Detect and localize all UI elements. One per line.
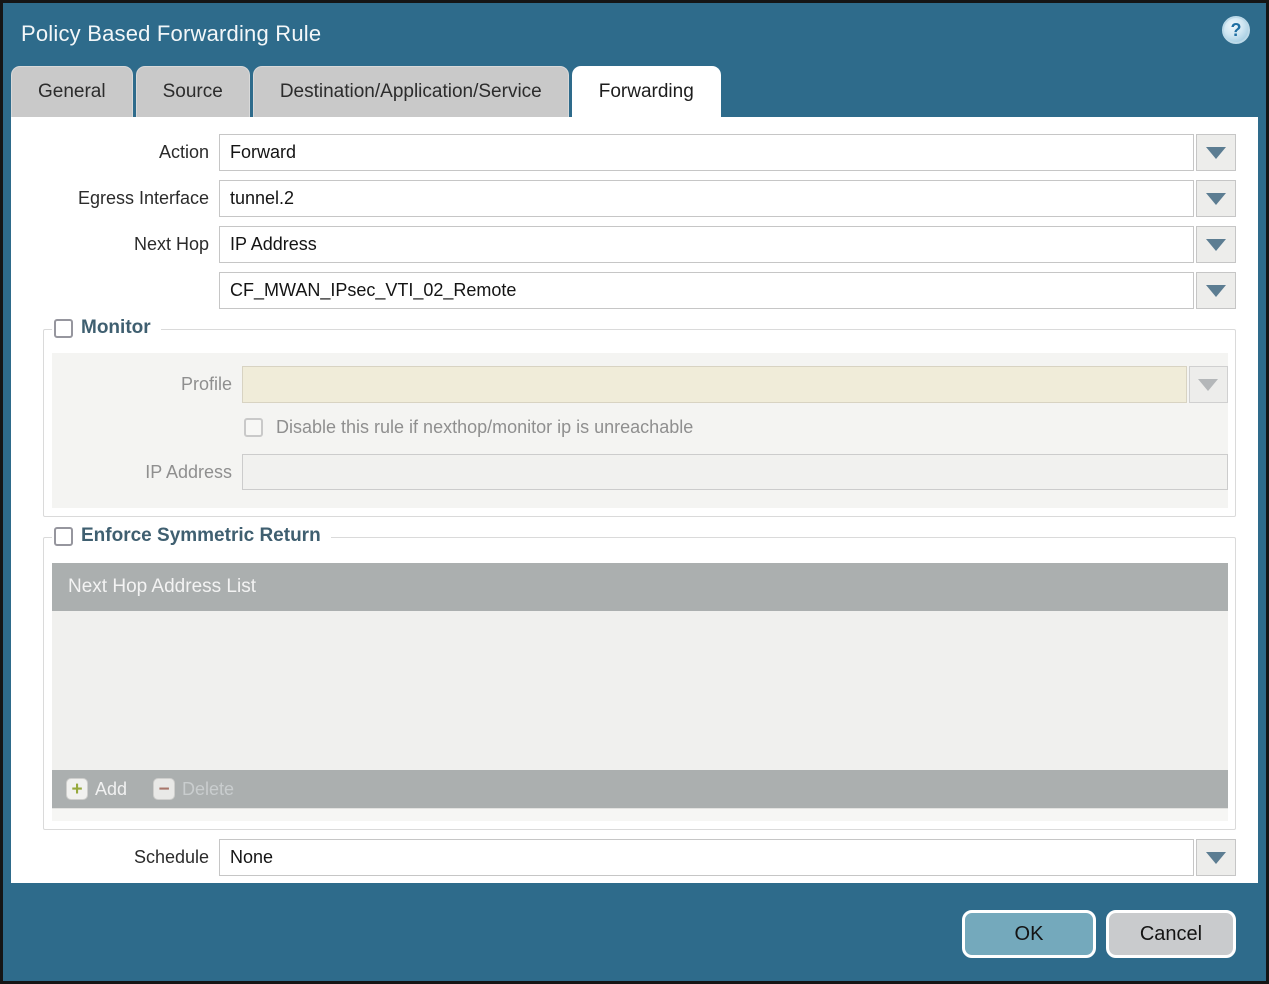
profile-dropdown-button	[1188, 366, 1228, 403]
profile-row: Profile	[52, 366, 1228, 403]
next-hop-address-value[interactable]: CF_MWAN_IPsec_VTI_02_Remote	[219, 272, 1194, 309]
disable-rule-label: Disable this rule if nexthop/monitor ip …	[276, 417, 694, 437]
action-row: Action Forward	[11, 134, 1236, 171]
schedule-row: Schedule None	[11, 839, 1236, 876]
delete-button-label: Delete	[182, 778, 235, 799]
pbf-rule-dialog: Policy Based Forwarding Rule ? General S…	[0, 0, 1269, 984]
egress-interface-dropdown-button[interactable]	[1196, 180, 1236, 217]
tab-forwarding[interactable]: Forwarding	[571, 66, 721, 117]
enforce-symmetric-return-checkbox[interactable]	[54, 526, 73, 546]
enforce-symmetric-return-label: Enforce Symmetric Return	[81, 525, 321, 546]
next-hop-address-dropdown: CF_MWAN_IPsec_VTI_02_Remote	[219, 272, 1236, 309]
next-hop-label: Next Hop	[133, 234, 209, 254]
add-icon: +	[66, 778, 88, 800]
schedule-value[interactable]: None	[219, 839, 1194, 876]
chevron-down-icon	[1198, 378, 1219, 391]
action-label: Action	[158, 142, 209, 162]
tab-bar: General Source Destination/Application/S…	[3, 64, 1266, 117]
next-hop-address-list-column-header: Next Hop Address List	[68, 576, 256, 597]
forwarding-tab-panel: Action Forward Egress Interface tunnel.2…	[11, 117, 1258, 883]
action-dropdown-button[interactable]	[1196, 134, 1236, 171]
tab-general[interactable]: General	[11, 66, 133, 117]
profile-label: Profile	[180, 374, 232, 394]
title-bar: Policy Based Forwarding Rule ?	[3, 3, 1266, 64]
monitor-ip-row: IP Address	[52, 454, 1228, 490]
dialog-footer: OK Cancel	[3, 883, 1266, 981]
chevron-down-icon	[1206, 238, 1226, 251]
delete-icon: −	[153, 778, 176, 800]
monitor-section: Monitor Profile Disable this rule if nex…	[43, 317, 1236, 517]
egress-interface-value[interactable]: tunnel.2	[219, 180, 1194, 217]
table-footer: + Add − Delete	[52, 770, 1228, 808]
monitor-ip-label: IP Address	[145, 461, 232, 482]
horizontal-scrollbar[interactable]	[52, 808, 1228, 821]
egress-interface-dropdown: tunnel.2	[219, 180, 1236, 217]
table-body-empty[interactable]	[52, 611, 1228, 770]
table-header: Next Hop Address List	[52, 563, 1228, 611]
next-hop-address-list-table: Next Hop Address List + Add − Delete	[52, 563, 1228, 821]
tab-destination-application-service[interactable]: Destination/Application/Service	[252, 66, 569, 117]
next-hop-address-row: CF_MWAN_IPsec_VTI_02_Remote	[11, 272, 1236, 309]
schedule-dropdown: None	[219, 839, 1236, 876]
next-hop-type-value[interactable]: IP Address	[219, 226, 1194, 263]
monitor-legend-label: Monitor	[81, 317, 151, 338]
egress-interface-row: Egress Interface tunnel.2	[11, 180, 1236, 217]
disable-rule-checkbox	[244, 418, 263, 437]
disable-rule-row: Disable this rule if nexthop/monitor ip …	[52, 417, 1228, 438]
schedule-dropdown-button[interactable]	[1196, 839, 1236, 876]
tab-source[interactable]: Source	[135, 66, 250, 117]
profile-value	[242, 366, 1187, 403]
monitor-legend: Monitor	[52, 317, 161, 339]
chevron-down-icon	[1206, 192, 1226, 205]
schedule-label: Schedule	[133, 847, 209, 867]
enforce-symmetric-return-legend: Enforce Symmetric Return	[52, 525, 331, 547]
next-hop-type-dropdown: IP Address	[219, 226, 1236, 263]
delete-button: − Delete	[153, 778, 234, 800]
add-button[interactable]: + Add	[66, 778, 127, 800]
monitor-checkbox[interactable]	[54, 318, 73, 338]
monitor-fields: Profile Disable this rule if nexthop/mon…	[52, 353, 1228, 508]
next-hop-row: Next Hop IP Address	[11, 226, 1236, 263]
next-hop-type-dropdown-button[interactable]	[1196, 226, 1236, 263]
dialog-title: Policy Based Forwarding Rule	[21, 20, 322, 46]
add-button-label: Add	[95, 778, 128, 799]
chevron-down-icon	[1206, 146, 1226, 159]
chevron-down-icon	[1206, 284, 1226, 297]
action-value[interactable]: Forward	[219, 134, 1194, 171]
chevron-down-icon	[1206, 851, 1226, 864]
help-icon[interactable]: ?	[1222, 16, 1250, 44]
enforce-symmetric-return-section: Enforce Symmetric Return Next Hop Addres…	[43, 525, 1236, 830]
ok-button[interactable]: OK	[962, 910, 1096, 958]
cancel-button[interactable]: Cancel	[1106, 910, 1236, 958]
monitor-ip-input	[242, 454, 1228, 490]
egress-interface-label: Egress Interface	[77, 188, 209, 208]
action-dropdown: Forward	[219, 134, 1236, 171]
next-hop-address-dropdown-button[interactable]	[1196, 272, 1236, 309]
